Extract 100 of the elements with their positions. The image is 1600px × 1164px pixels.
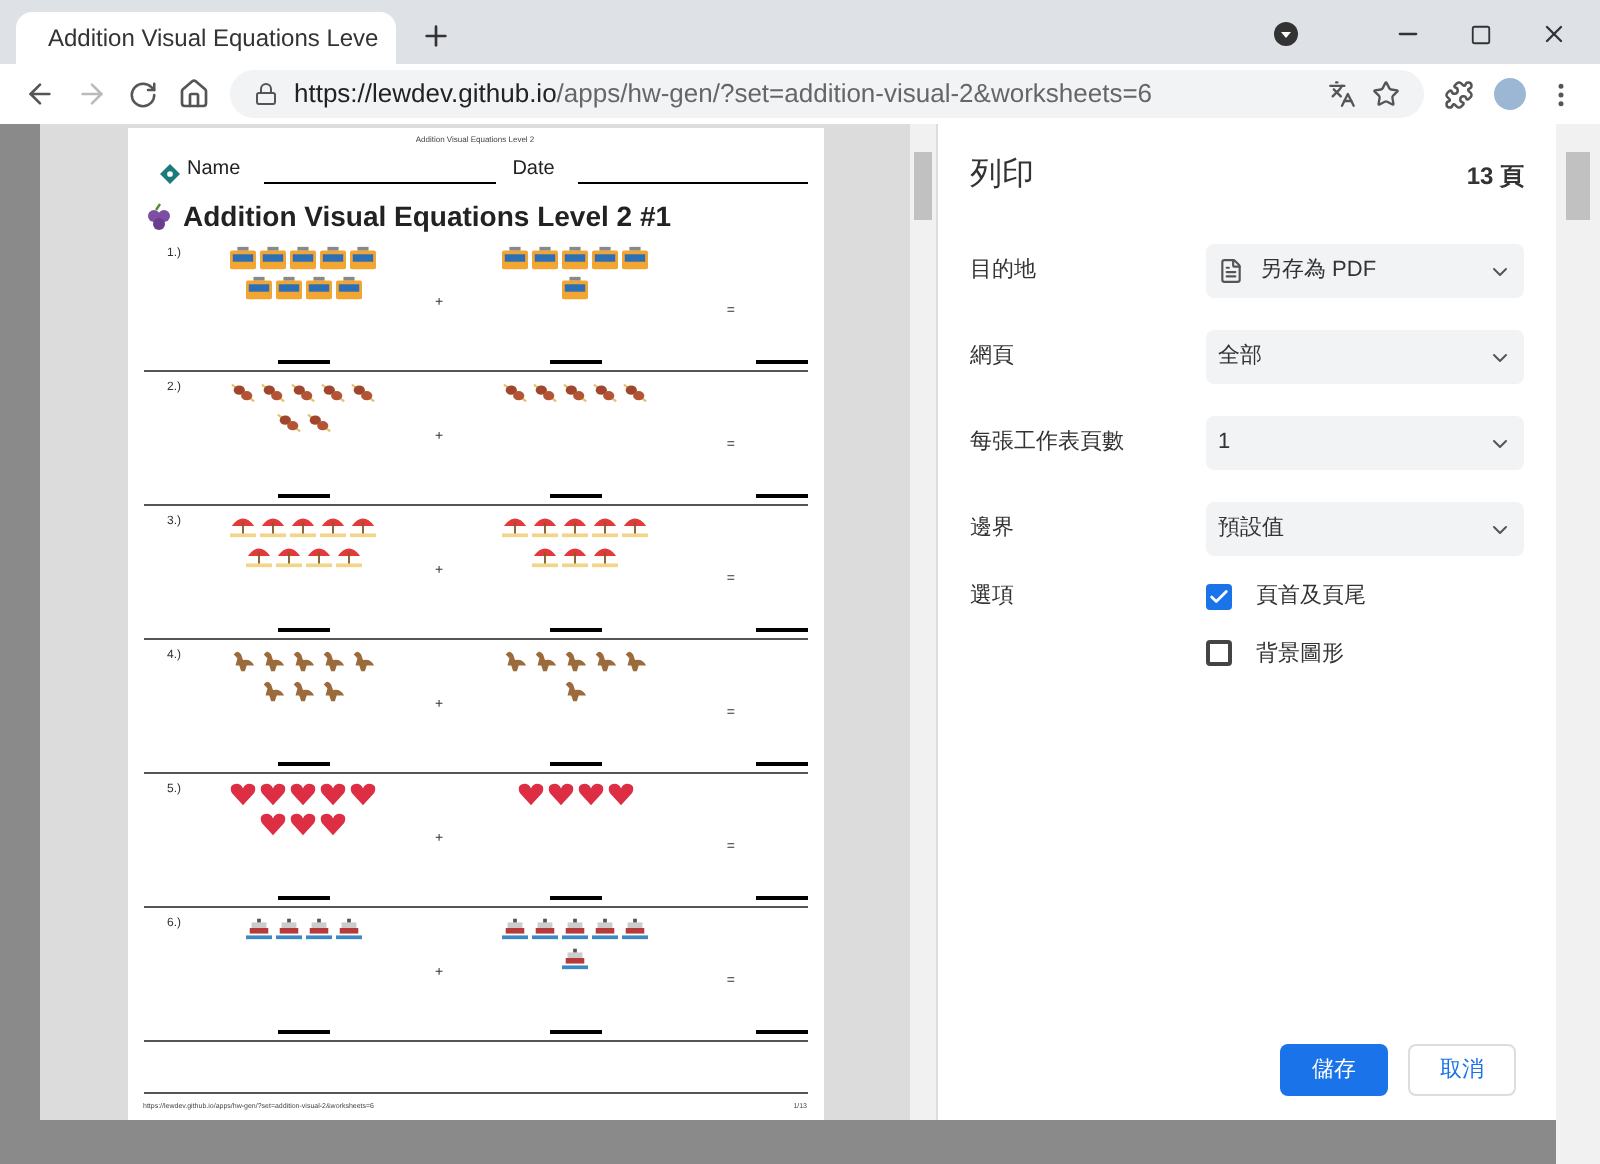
skewer-icon — [532, 380, 558, 404]
setting-dropdown[interactable]: 預設值 — [1206, 502, 1524, 556]
tram-icon — [532, 246, 558, 270]
dinosaur-icon — [562, 678, 588, 702]
home-icon[interactable] — [178, 78, 210, 110]
skewer-icon — [622, 380, 648, 404]
answer-line — [277, 762, 329, 766]
umbrella-icon — [562, 544, 588, 568]
translate-icon[interactable] — [1328, 80, 1356, 108]
address-bar[interactable]: https://lewdev.github.io/apps/hw-gen/?set=addition-visual-2&worksheets=6 — [230, 70, 1424, 118]
setting-label: 網頁 — [970, 342, 1016, 373]
skewer-icon — [350, 380, 376, 404]
dinosaur-icon — [320, 648, 346, 672]
grapes-icon — [143, 201, 175, 233]
ship-icon — [275, 916, 301, 940]
checkbox[interactable] — [1206, 640, 1232, 667]
tram-icon — [260, 246, 286, 270]
back-icon[interactable] — [24, 78, 56, 110]
answer-line — [549, 896, 601, 900]
umbrella-icon — [562, 514, 588, 538]
answer-line — [277, 896, 329, 900]
option-label: 頁首及頁尾 — [1256, 582, 1366, 612]
ship-icon — [502, 916, 528, 940]
ship-icon — [245, 916, 271, 940]
dinosaur-icon — [562, 648, 588, 672]
umbrella-icon — [335, 544, 361, 568]
page-count: 13 頁 — [1466, 160, 1524, 194]
reload-icon[interactable] — [128, 79, 158, 109]
umbrella-icon — [305, 544, 331, 568]
maximize-icon[interactable] — [1470, 23, 1492, 45]
heart-icon — [320, 782, 346, 806]
ship-icon — [592, 916, 618, 940]
umbrella-icon — [592, 514, 618, 538]
answer-line — [755, 494, 807, 498]
setting-label: 目的地 — [970, 256, 1038, 287]
skewer-icon — [502, 380, 528, 404]
heart-icon — [230, 782, 256, 806]
setting-label: 每張工作表頁數 — [970, 428, 1126, 459]
answer-line — [755, 896, 807, 900]
skewer-icon — [305, 410, 331, 434]
tram-icon — [562, 246, 588, 270]
preview-scrollbar[interactable] — [910, 124, 936, 1120]
heart-icon — [260, 812, 286, 836]
umbrella-icon — [245, 544, 271, 568]
dinosaur-icon — [260, 648, 286, 672]
answer-line — [755, 762, 807, 766]
dinosaur-icon — [320, 678, 346, 702]
extensions-icon[interactable] — [1444, 79, 1474, 109]
heart-icon — [290, 782, 316, 806]
setting-dropdown[interactable]: 1 — [1206, 416, 1524, 470]
option-label: 背景圖形 — [1256, 639, 1344, 669]
setting-dropdown[interactable]: 另存為 PDF — [1206, 244, 1524, 298]
dinosaur-icon — [622, 648, 648, 672]
new-tab-icon[interactable] — [420, 20, 452, 52]
umbrella-icon — [532, 544, 558, 568]
umbrella-icon — [502, 514, 528, 538]
setting-label: 邊界 — [970, 514, 1016, 545]
tram-icon — [335, 276, 361, 300]
ship-icon — [622, 916, 648, 940]
ship-icon — [335, 916, 361, 940]
answer-line — [549, 762, 601, 766]
bookmark-star-icon[interactable] — [1372, 80, 1400, 108]
dropdown-circle-icon[interactable] — [1274, 22, 1298, 46]
umbrella-icon — [350, 514, 376, 538]
setting-dropdown[interactable]: 全部 — [1206, 330, 1524, 384]
checkbox[interactable] — [1206, 583, 1232, 610]
answer-line — [755, 360, 807, 364]
umbrella-icon — [532, 514, 558, 538]
umbrella-icon — [320, 514, 346, 538]
umbrella-icon — [260, 514, 286, 538]
worksheet-title: Addition Visual Equations Level 2 #1 — [183, 198, 672, 236]
ship-icon — [305, 916, 331, 940]
dinosaur-icon — [532, 648, 558, 672]
ship-icon — [562, 916, 588, 940]
tram-icon — [245, 276, 271, 300]
ship-icon — [532, 916, 558, 940]
umbrella-icon — [230, 514, 256, 538]
close-window-icon[interactable] — [1540, 20, 1568, 48]
tram-icon — [275, 276, 301, 300]
answer-line — [755, 1030, 807, 1034]
skewer-icon — [290, 380, 316, 404]
file-icon — [1218, 258, 1244, 284]
page-scrollbar[interactable] — [1556, 124, 1600, 1164]
skewer-icon — [592, 380, 618, 404]
umbrella-icon — [622, 514, 648, 538]
dinosaur-icon — [230, 648, 256, 672]
heart-icon — [290, 812, 316, 836]
answer-line — [277, 628, 329, 632]
cancel-button[interactable]: 取消 — [1408, 1044, 1516, 1096]
umbrella-icon — [275, 544, 301, 568]
save-button[interactable]: 儲存 — [1280, 1044, 1388, 1096]
tram-icon — [350, 246, 376, 270]
tram-icon — [502, 246, 528, 270]
tram-icon — [305, 276, 331, 300]
tram-icon — [320, 246, 346, 270]
print-title: 列印 — [970, 155, 1034, 196]
answer-line — [755, 628, 807, 632]
dinosaur-icon — [502, 648, 528, 672]
answer-line — [549, 494, 601, 498]
browser-tab[interactable]: Addition Visual Equations Leve — [16, 12, 396, 64]
